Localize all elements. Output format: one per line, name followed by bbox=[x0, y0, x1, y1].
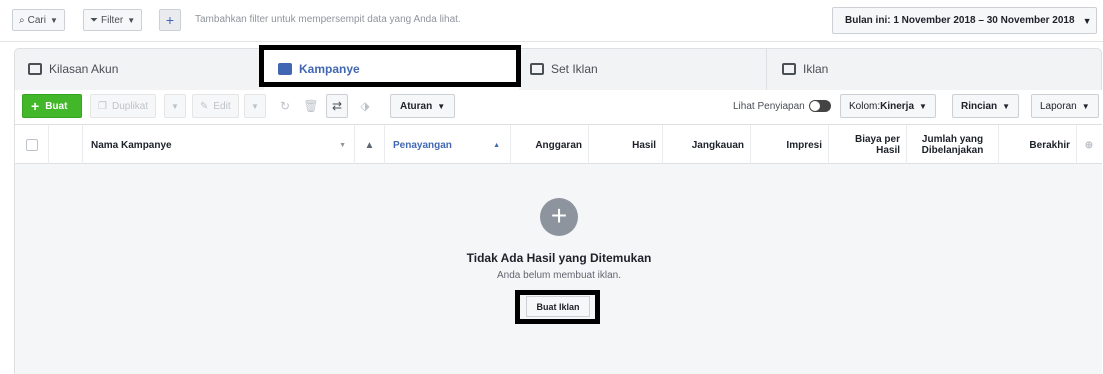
chevron-down-icon: ▼ bbox=[1082, 15, 1092, 26]
duplicate-label: Duplikat bbox=[111, 100, 149, 112]
column-label: Berakhir bbox=[1029, 139, 1070, 151]
column-cost-per-result[interactable]: Biaya per Hasil bbox=[829, 125, 907, 165]
add-filter-button[interactable]: + bbox=[159, 9, 181, 31]
edit-dropdown[interactable]: ▼ bbox=[244, 94, 266, 118]
duplicate-button[interactable]: ❐ Duplikat bbox=[90, 94, 157, 118]
column-results[interactable]: Hasil bbox=[589, 125, 663, 165]
create-button[interactable]: + Buat bbox=[22, 94, 82, 118]
view-setup-toggle[interactable]: Lihat Penyiapan bbox=[733, 94, 831, 118]
reports-button[interactable]: Laporan ▼ bbox=[1031, 94, 1099, 118]
column-amount-spent[interactable]: Jumlah yang Dibelanjakan bbox=[907, 125, 999, 165]
rules-button[interactable]: Aturan ▼ bbox=[390, 94, 456, 118]
folder-icon bbox=[278, 63, 292, 75]
chevron-down-icon: ▼ bbox=[49, 15, 58, 25]
ab-test-icon: ⇄ bbox=[331, 99, 343, 113]
preview-label: Lihat Penyiapan bbox=[733, 100, 805, 112]
ab-test-button[interactable]: ⇄ bbox=[326, 94, 348, 118]
table-body bbox=[14, 164, 1102, 374]
tab-ad-sets[interactable]: Set Iklan bbox=[526, 48, 766, 90]
filter-label: Filter bbox=[101, 14, 124, 26]
tab-campaigns[interactable]: Kampanye bbox=[264, 48, 519, 90]
chevron-down-icon: ▼ bbox=[1002, 101, 1011, 111]
chevron-down-icon: ▼ bbox=[339, 141, 346, 149]
column-budget[interactable]: Anggaran bbox=[511, 125, 589, 165]
create-ad-button[interactable]: Buat Iklan bbox=[526, 296, 590, 317]
chevron-down-icon: ▼ bbox=[127, 15, 136, 25]
columns-value: Kinerja bbox=[880, 100, 915, 112]
chevron-down-icon: ▼ bbox=[171, 101, 179, 111]
select-all-checkbox[interactable] bbox=[25, 139, 38, 151]
grid-icon bbox=[530, 63, 544, 75]
filter-hint: Tambahkan filter untuk mempersempit data… bbox=[195, 14, 461, 25]
column-label: Impresi bbox=[786, 139, 822, 151]
chevron-down-icon: ▼ bbox=[1081, 101, 1090, 111]
duplicate-icon: ❐ bbox=[98, 100, 107, 112]
delete-button[interactable]: 🗑 bbox=[300, 94, 322, 118]
column-label: Jumlah yang Dibelanjakan bbox=[921, 134, 984, 156]
refresh-button[interactable]: ↻ bbox=[274, 94, 296, 118]
edit-label: Edit bbox=[213, 100, 231, 112]
column-label: Nama Kampanye bbox=[91, 139, 172, 151]
chevron-down-icon: ▼ bbox=[251, 101, 259, 111]
duplicate-dropdown[interactable]: ▼ bbox=[164, 94, 186, 118]
empty-state-title: Tidak Ada Hasil yang Ditemukan bbox=[466, 251, 652, 265]
column-campaign-name[interactable]: Nama Kampanye ▼ bbox=[83, 125, 355, 165]
tab-label: Set Iklan bbox=[551, 62, 598, 76]
breakdown-label: Rincian bbox=[961, 100, 998, 112]
column-reach[interactable]: Jangkauan bbox=[663, 125, 751, 165]
tag-button[interactable]: ⬗ bbox=[354, 94, 376, 118]
column-warning[interactable]: ▲ bbox=[355, 125, 385, 165]
sort-ascending-icon: ▲ bbox=[493, 141, 500, 149]
plus-icon: + bbox=[31, 98, 40, 114]
tag-icon: ⬗ bbox=[360, 99, 370, 113]
rules-label: Aturan bbox=[400, 100, 433, 112]
search-icon: ⌕ bbox=[19, 14, 25, 26]
columns-button[interactable]: Kolom: Kinerja ▼ bbox=[840, 94, 936, 118]
warning-icon: ▲ bbox=[364, 139, 375, 151]
trash-icon: 🗑 bbox=[303, 99, 319, 113]
column-label: Jangkauan bbox=[691, 139, 744, 151]
column-label: Hasil bbox=[632, 139, 656, 151]
add-column-icon: ⊕ bbox=[1084, 139, 1094, 151]
refresh-icon: ↻ bbox=[279, 99, 291, 113]
column-label: Anggaran bbox=[535, 139, 582, 151]
tab-ads[interactable]: Iklan bbox=[778, 48, 1018, 90]
account-overview-icon bbox=[28, 63, 42, 75]
column-label: Penayangan bbox=[393, 139, 452, 151]
column-delivery[interactable]: Penayangan ▲ bbox=[385, 125, 511, 165]
chevron-down-icon: ▼ bbox=[437, 101, 446, 111]
columns-prefix: Kolom: bbox=[849, 100, 881, 112]
date-range-button[interactable]: Bulan ini: 1 November 2018 – 30 November… bbox=[832, 7, 1097, 34]
pencil-icon: ✎ bbox=[200, 100, 209, 112]
filter-button[interactable]: ⏷ Filter ▼ bbox=[83, 9, 143, 31]
tab-account-overview[interactable]: Kilasan Akun bbox=[24, 48, 264, 90]
toggle-switch[interactable] bbox=[808, 100, 831, 112]
empty-state-subtitle: Anda belum membuat iklan. bbox=[497, 270, 621, 281]
column-ends[interactable]: Berakhir bbox=[999, 125, 1077, 165]
table-header: Nama Kampanye ▼ ▲ Penayangan ▲ Anggaran … bbox=[14, 124, 1102, 165]
breakdown-button[interactable]: Rincian ▼ bbox=[952, 94, 1020, 118]
add-column-button[interactable]: ⊕ bbox=[1077, 125, 1101, 165]
edit-button[interactable]: ✎ Edit bbox=[192, 94, 239, 118]
create-label: Buat bbox=[45, 100, 68, 112]
empty-plus-icon: + bbox=[540, 198, 578, 236]
column-impressions[interactable]: Impresi bbox=[751, 125, 829, 165]
tab-label: Kampanye bbox=[299, 62, 360, 76]
date-range-label: Bulan ini: 1 November 2018 – 30 November… bbox=[845, 15, 1075, 26]
search-label: Cari bbox=[27, 14, 46, 26]
chevron-down-icon: ▼ bbox=[919, 101, 927, 111]
column-label: Biaya per Hasil bbox=[854, 134, 900, 156]
ad-icon bbox=[782, 63, 796, 75]
reports-label: Laporan bbox=[1040, 100, 1077, 112]
tab-divider bbox=[766, 48, 767, 90]
filter-icon: ⏷ bbox=[90, 14, 98, 26]
toggle-column bbox=[49, 125, 83, 165]
select-all-cell bbox=[15, 125, 49, 165]
search-button[interactable]: ⌕ Cari ▼ bbox=[12, 9, 65, 31]
tab-label: Iklan bbox=[803, 62, 829, 76]
tab-label: Kilasan Akun bbox=[49, 62, 119, 76]
